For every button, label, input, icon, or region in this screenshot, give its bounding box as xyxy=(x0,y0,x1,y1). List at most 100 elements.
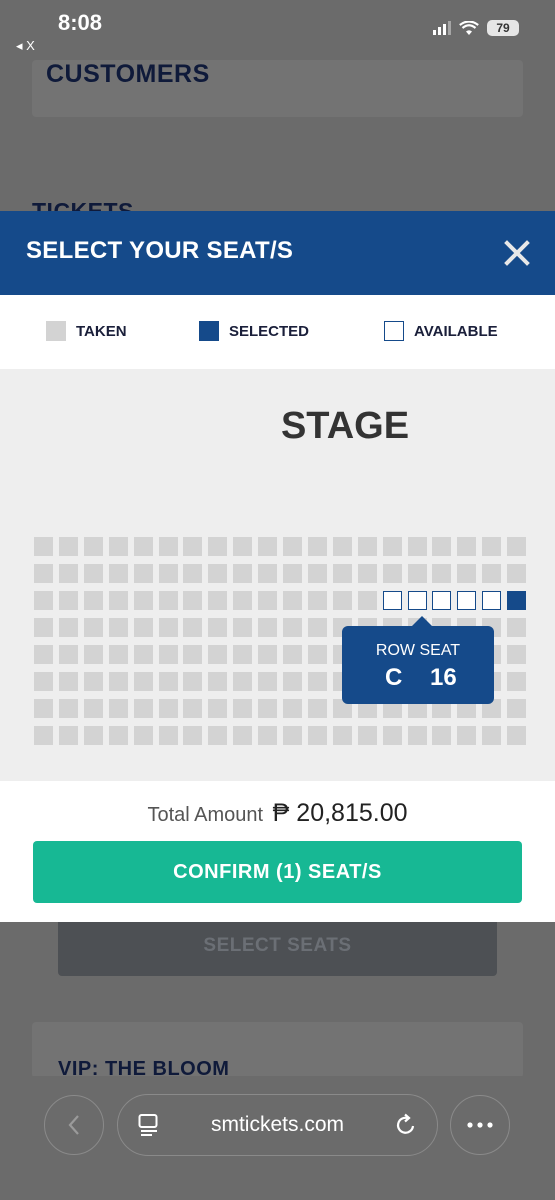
reload-icon[interactable] xyxy=(395,1113,417,1137)
seat-taken xyxy=(134,591,153,610)
seat-taken xyxy=(432,564,451,583)
seat-taken xyxy=(208,537,227,556)
confirm-seats-button[interactable]: CONFIRM (1) SEAT/S xyxy=(33,841,522,903)
seat-taken xyxy=(59,699,78,718)
seat-taken xyxy=(109,564,128,583)
seat-taken xyxy=(159,726,178,745)
legend-available-label: AVAILABLE xyxy=(414,322,498,340)
legend-selected-label: SELECTED xyxy=(229,322,310,340)
seat-taken xyxy=(34,537,53,556)
close-icon[interactable] xyxy=(503,239,531,267)
seat-taken xyxy=(258,591,277,610)
status-bar: 8:08 ◂ X 79 xyxy=(0,0,555,60)
seat-taken xyxy=(333,537,352,556)
browser-back-button[interactable] xyxy=(44,1095,104,1155)
seat-taken xyxy=(233,564,252,583)
seat-taken xyxy=(109,645,128,664)
seat-taken xyxy=(109,618,128,637)
seat-taken xyxy=(183,645,202,664)
seat-taken xyxy=(183,672,202,691)
seat-taken xyxy=(358,564,377,583)
seat-taken xyxy=(457,726,476,745)
seat-taken xyxy=(183,564,202,583)
seat-taken xyxy=(109,672,128,691)
seat-taken xyxy=(84,591,103,610)
taken-swatch xyxy=(46,321,66,341)
seat-taken xyxy=(233,591,252,610)
seat-taken xyxy=(333,564,352,583)
seat-available[interactable] xyxy=(457,591,476,610)
status-icons: 79 xyxy=(433,20,519,36)
wifi-icon xyxy=(459,20,479,35)
seat-taken xyxy=(59,564,78,583)
seat-taken xyxy=(134,537,153,556)
seat-taken xyxy=(408,537,427,556)
seat-taken xyxy=(159,537,178,556)
seat-taken xyxy=(159,672,178,691)
legend-available: AVAILABLE xyxy=(384,321,498,341)
chevron-left-icon xyxy=(68,1115,79,1135)
seat-taken xyxy=(432,726,451,745)
seat-taken xyxy=(84,726,103,745)
seat-taken xyxy=(34,564,53,583)
seat-taken xyxy=(258,699,277,718)
seat-tooltip: ROW SEAT C 16 xyxy=(342,616,494,704)
seat-taken xyxy=(109,699,128,718)
address-bar[interactable]: smtickets.com xyxy=(117,1094,438,1156)
seat-taken xyxy=(258,672,277,691)
select-seats-button[interactable]: SELECT SEATS xyxy=(58,916,497,976)
seat-taken xyxy=(59,537,78,556)
seat-taken xyxy=(283,537,302,556)
seat-available[interactable] xyxy=(408,591,427,610)
seat-taken xyxy=(383,537,402,556)
selected-swatch xyxy=(199,321,219,341)
seat-taken xyxy=(507,618,526,637)
seat-taken xyxy=(134,726,153,745)
seat-taken xyxy=(283,699,302,718)
seat-taken xyxy=(258,537,277,556)
seat-taken xyxy=(34,726,53,745)
legend-taken: TAKEN xyxy=(46,321,127,341)
seat-taken xyxy=(34,618,53,637)
seat-taken xyxy=(109,537,128,556)
seat-taken xyxy=(208,699,227,718)
available-swatch xyxy=(384,321,404,341)
url-text: smtickets.com xyxy=(210,1113,344,1136)
seat-taken xyxy=(507,726,526,745)
back-to-app-link[interactable]: ◂ X xyxy=(16,38,35,54)
seat-taken xyxy=(34,699,53,718)
seat-taken xyxy=(59,726,78,745)
seat-available[interactable] xyxy=(383,591,402,610)
seat-taken xyxy=(183,726,202,745)
seat-taken xyxy=(308,672,327,691)
seat-taken xyxy=(59,672,78,691)
seat-selected[interactable] xyxy=(507,591,526,610)
seat-taken xyxy=(159,564,178,583)
seat-available[interactable] xyxy=(432,591,451,610)
seat-taken xyxy=(308,645,327,664)
seat-taken xyxy=(457,564,476,583)
seat-taken xyxy=(208,618,227,637)
seat-taken xyxy=(208,672,227,691)
tooltip-row: C xyxy=(385,664,403,691)
browser-more-button[interactable] xyxy=(450,1095,510,1155)
seat-taken xyxy=(84,537,103,556)
seat-taken xyxy=(233,645,252,664)
seat-taken xyxy=(159,645,178,664)
seat-taken xyxy=(109,726,128,745)
seat-taken xyxy=(283,672,302,691)
seat-taken xyxy=(308,726,327,745)
seat-taken xyxy=(283,564,302,583)
seat-taken xyxy=(283,726,302,745)
seat-available[interactable] xyxy=(482,591,501,610)
seat-taken xyxy=(482,564,501,583)
seat-taken xyxy=(84,645,103,664)
seat-taken xyxy=(258,618,277,637)
seat-taken xyxy=(358,726,377,745)
seat-taken xyxy=(283,645,302,664)
seat-taken xyxy=(34,591,53,610)
seat-taken xyxy=(507,645,526,664)
seat-taken xyxy=(84,699,103,718)
customers-heading: CUSTOMERS xyxy=(46,60,210,88)
legend-selected: SELECTED xyxy=(199,321,309,341)
